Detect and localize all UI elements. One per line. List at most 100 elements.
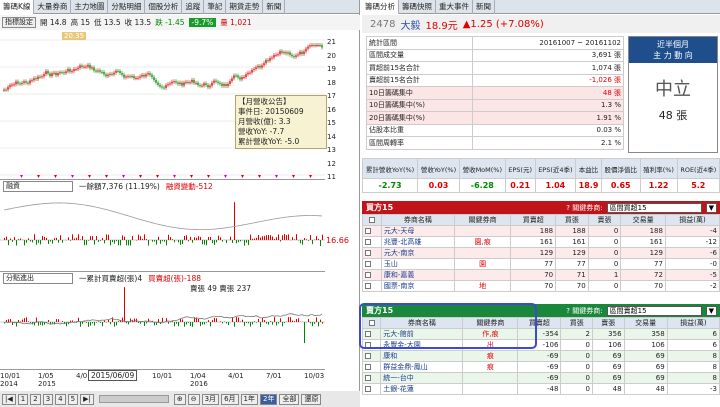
left-tab[interactable]: 追蹤	[182, 0, 205, 14]
margin-bar	[208, 236, 209, 240]
broker-row[interactable]: 元大-天母 188 188 0 188 -4	[362, 225, 720, 237]
row-checkbox[interactable]	[365, 261, 371, 267]
page-button[interactable]: 1	[17, 393, 29, 405]
left-tab[interactable]: 籌碼K線	[0, 0, 35, 14]
left-tab[interactable]: 主力地圖	[71, 0, 109, 14]
branch-bar	[198, 318, 199, 322]
metric-header: 殖利率(%)	[639, 158, 678, 179]
candle	[237, 75, 239, 78]
metric-header: 本益比	[575, 158, 602, 179]
margin-bar	[136, 240, 137, 241]
margin-bar	[320, 240, 321, 246]
zoom-out-icon[interactable]: ⊖	[187, 393, 200, 405]
row-checkbox[interactable]	[365, 375, 371, 381]
sell-expand-button[interactable]: ▼	[705, 305, 717, 316]
margin-bar	[310, 234, 311, 240]
candle	[153, 77, 155, 80]
date-tick: 1/04 2016	[190, 372, 208, 388]
margin-chart[interactable]: 融資 一餘額7,376 (11.19%) 融資變動-512	[0, 180, 325, 272]
range-button[interactable]: 還原	[301, 393, 322, 405]
branch-bar	[82, 322, 83, 324]
candle	[261, 65, 263, 68]
candle	[313, 45, 315, 46]
branch-select[interactable]: 分點進出	[3, 273, 73, 284]
branch-bar	[264, 320, 265, 322]
buy-range-select[interactable]: 區間買超15	[606, 202, 702, 213]
candle	[273, 55, 275, 58]
broker-header: 買張	[555, 214, 589, 226]
select-all-checkbox[interactable]	[368, 217, 375, 223]
candle	[79, 65, 81, 68]
indicator-settings-button[interactable]: 指標設定	[2, 17, 36, 28]
broker-row[interactable]: 元大-南京 129 129 0 129 -6	[362, 247, 720, 259]
branch-bar	[168, 322, 169, 324]
chart-scrollbar[interactable]	[98, 395, 169, 403]
broker-cell: 48	[623, 383, 668, 395]
left-tab[interactable]: 大量券商	[34, 0, 72, 14]
branch-chart[interactable]: 分點進出 一累計買賣超(張)4 買賣超(張)-188 賣張 49 賣張 237	[0, 272, 325, 370]
next-page-button[interactable]: ▶|	[80, 393, 94, 405]
range-button[interactable]: 2年	[260, 393, 278, 405]
range-button[interactable]: 1年	[240, 393, 258, 405]
candle	[143, 74, 145, 77]
broker-row[interactable]: 統一-台中 -69 0 69 69 8	[361, 372, 720, 384]
right-tab[interactable]: 籌碼分析	[362, 0, 399, 14]
margin-bar	[292, 237, 293, 240]
broker-cell: 69	[623, 361, 668, 373]
broker-cell: 0	[560, 350, 593, 362]
margin-bar	[140, 236, 141, 240]
row-checkbox[interactable]	[365, 250, 371, 256]
row-checkbox[interactable]	[365, 364, 371, 370]
range-button[interactable]: 6月	[221, 393, 239, 405]
broker-row[interactable]: 兆豐-北高雄 園,痕 161 161 0 161 -12	[362, 236, 720, 248]
left-tab[interactable]: 筆記	[204, 0, 227, 14]
event-tooltip: 【月營收公告】 事件日: 20150609 月營收(億): 3.3 營收YoY:…	[235, 95, 327, 149]
broker-row[interactable]: 康和-嘉義 70 71 1 72 -5	[362, 269, 720, 281]
row-checkbox[interactable]	[365, 353, 371, 359]
broker-row[interactable]: 康和痕 -69 0 69 69 8	[361, 350, 720, 362]
left-tab[interactable]: 個股分析	[145, 0, 183, 14]
row-checkbox[interactable]	[365, 228, 371, 234]
range-button[interactable]: 全部	[279, 393, 300, 405]
range-button[interactable]: 3月	[201, 393, 220, 405]
broker-header: 賣張	[587, 214, 622, 226]
candle	[251, 69, 253, 73]
margin-bar	[238, 240, 239, 243]
row-checkbox[interactable]	[365, 283, 371, 289]
branch-bar	[204, 322, 205, 325]
margin-bar	[52, 240, 53, 244]
row-checkbox[interactable]	[365, 386, 371, 392]
row-checkbox[interactable]	[365, 272, 371, 278]
candle	[315, 45, 317, 47]
sell-range-select[interactable]: 區間賣超15	[606, 305, 702, 316]
page-button[interactable]: 2	[30, 393, 41, 405]
margin-bar	[322, 234, 323, 240]
right-tab[interactable]: 重大事件	[436, 0, 473, 14]
right-tab[interactable]: 籌碼快照	[399, 0, 436, 14]
buy-expand-button[interactable]: ▼	[705, 202, 717, 213]
left-tab[interactable]: 分點明細	[108, 0, 146, 14]
left-tab[interactable]: 新聞	[263, 0, 286, 14]
broker-cell: 6	[666, 328, 720, 340]
page-button[interactable]: 5	[67, 393, 79, 405]
margin-select[interactable]: 融資	[3, 181, 73, 192]
price-chart[interactable]: 20.35 【月營收公告】 事件日: 20150609 月營收(億): 3.3 …	[0, 30, 327, 180]
candle	[191, 79, 193, 83]
broker-row[interactable]: 國票-南京地 70 70 0 70 -2	[362, 280, 720, 292]
buy-title: 買方15	[366, 203, 394, 212]
page-button[interactable]: 4	[55, 393, 66, 405]
broker-cell: 356	[591, 328, 625, 340]
left-tab[interactable]: 期貨走勢	[226, 0, 264, 14]
broker-row[interactable]: 玉山園 77 77 0 77 -0	[362, 258, 720, 270]
broker-cell: 69	[591, 372, 625, 384]
branch-bar	[30, 322, 31, 323]
price-tick: 19	[327, 65, 336, 73]
broker-row[interactable]: 群益金鼎-鳳山痕 -69 0 69 69 8	[361, 361, 720, 373]
margin-bar	[288, 234, 289, 240]
right-tab[interactable]: 新聞	[473, 0, 495, 14]
zoom-in-icon[interactable]: ⊕	[173, 393, 186, 405]
row-checkbox[interactable]	[365, 239, 371, 245]
first-page-button[interactable]: |◀	[2, 393, 16, 405]
broker-row[interactable]: 土銀-花蓮 -48 0 48 48 -3	[361, 383, 720, 395]
page-button[interactable]: 3	[42, 393, 54, 405]
